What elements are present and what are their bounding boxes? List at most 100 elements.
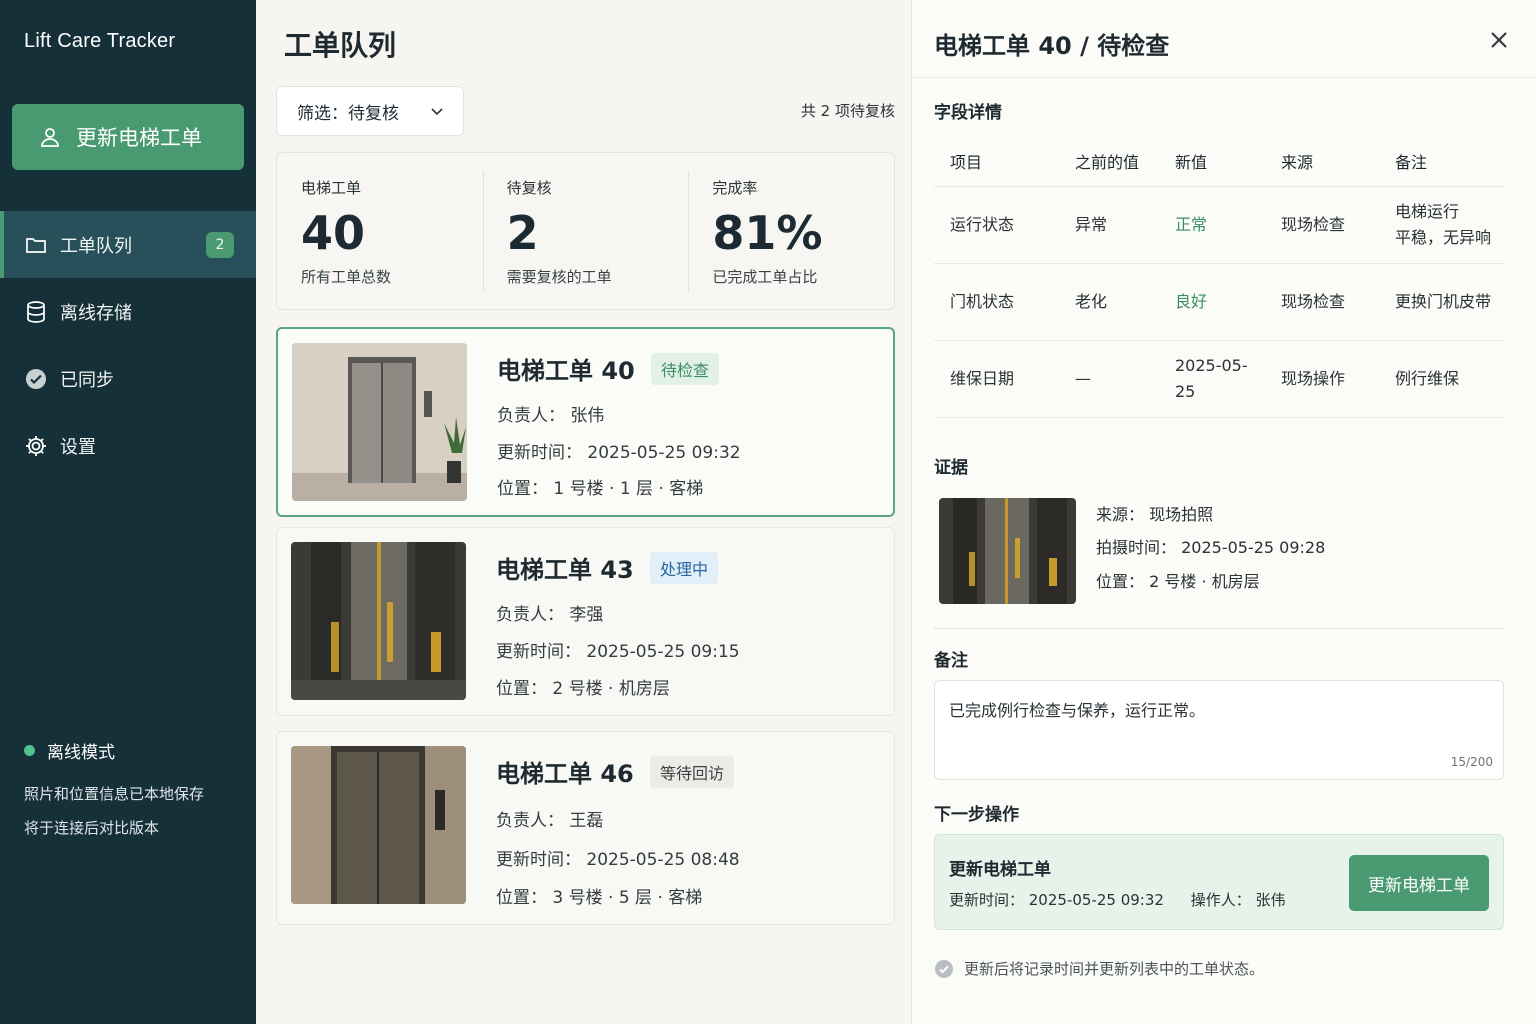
stat-value: 40 (301, 206, 366, 260)
stat-sub: 已完成工单占比 (712, 268, 818, 286)
field-item: 运行状态 (934, 186, 1059, 264)
check-circle-icon (935, 959, 953, 978)
section-divider (934, 628, 1504, 629)
column-header: 来源 (1265, 136, 1379, 187)
status-badge: 待检查 (651, 353, 720, 385)
update-ticket-submit-button[interactable]: 更新电梯工单 (1349, 855, 1489, 911)
sidebar-nav: 工单队列 2 离线存储 已同步 设置 (0, 211, 256, 479)
sidebar-item-label: 已同步 (60, 369, 114, 391)
ticket-location: 位置： 3 号楼 · 5 层 · 客梯 (496, 888, 703, 908)
evidence-location: 位置： 2 号楼 · 机房层 (1096, 572, 1260, 591)
stat-value: 81% (712, 206, 823, 260)
stats-summary: 电梯工单 40 所有工单总数 待复核 2 需要复核的工单 完成率 81% 已完成… (276, 152, 895, 310)
page-title: 工单队列 (284, 29, 397, 62)
evidence-source: 来源： 现场拍照 (1096, 505, 1214, 524)
online-status-dot (24, 745, 35, 756)
stat-value: 2 (506, 206, 539, 260)
close-icon[interactable] (1487, 28, 1511, 52)
stat-pending: 待复核 2 需要复核的工单 (482, 153, 689, 309)
fields-table: 项目 之前的值 新值 来源 备注 运行状态 异常 正常 现场检查 电梯运行 平稳… (934, 136, 1504, 418)
table-row: 维保日期 — 2025-05-25 现场操作 例行维保 (934, 340, 1504, 418)
field-after: 良好 (1159, 263, 1265, 341)
column-header: 之前的值 (1059, 136, 1159, 187)
sidebar-item-queue[interactable]: 工单队列 2 (0, 211, 256, 278)
note-char-count: 15/200 (1450, 755, 1493, 769)
filter-label: 筛选：待复核 (297, 103, 399, 124)
field-before: — (1059, 340, 1159, 418)
stat-label: 电梯工单 (301, 179, 362, 197)
filter-dropdown[interactable]: 筛选：待复核 (276, 86, 464, 136)
ticket-owner: 负责人： 王磊 (496, 811, 604, 831)
sidebar: Lift Care Tracker 更新电梯工单 工单队列 2 离线存储 已同步… (0, 0, 256, 1024)
ticket-title: 电梯工单 46 (496, 760, 634, 788)
elevator-photo (292, 343, 467, 501)
field-note: 电梯运行 平稳，无异响 (1379, 186, 1504, 264)
ticket-updated: 更新时间： 2025-05-25 08:48 (496, 850, 740, 870)
note-text: 已完成例行检查与保养，运行正常。 (949, 701, 1206, 720)
sidebar-item-offline-storage[interactable]: 离线存储 (0, 278, 256, 345)
stat-label: 待复核 (506, 179, 552, 197)
stat-label: 完成率 (712, 179, 758, 197)
ticket-card-40[interactable]: 电梯工单 40 待检查 负责人： 张伟 更新时间： 2025-05-25 09:… (276, 327, 895, 517)
chevron-down-icon (431, 108, 443, 116)
ticket-owner: 负责人： 张伟 (497, 406, 605, 426)
offline-note-line: 照片和位置信息已本地保存 (24, 785, 205, 803)
field-source: 现场检查 (1265, 263, 1379, 341)
note-textarea[interactable]: 已完成例行检查与保养，运行正常。 15/200 (934, 680, 1504, 780)
next-step-time: 更新时间： 2025-05-25 09:32 (949, 891, 1164, 909)
table-row: 运行状态 异常 正常 现场检查 电梯运行 平稳，无异响 (934, 186, 1504, 264)
next-step-meta: 更新时间： 2025-05-25 09:32 操作人： 张伟 (949, 889, 1286, 910)
status-badge: 等待回访 (650, 756, 735, 788)
sidebar-item-label: 工单队列 (60, 235, 132, 257)
queue-count-badge: 2 (206, 231, 234, 258)
update-ticket-label: 更新电梯工单 (76, 126, 202, 150)
field-source: 现场检查 (1265, 186, 1379, 264)
ticket-owner: 负责人： 李强 (496, 605, 604, 625)
sidebar-item-settings[interactable]: 设置 (0, 412, 256, 479)
folder-icon (26, 237, 46, 253)
field-item: 维保日期 (934, 340, 1059, 418)
notes-section-title: 备注 (934, 651, 968, 671)
evidence-time: 拍摄时间： 2025-05-25 09:28 (1096, 538, 1326, 557)
fields-section-title: 字段详情 (934, 103, 1002, 123)
update-ticket-button[interactable]: 更新电梯工单 (12, 104, 244, 170)
panel-title: 电梯工单 40 / 待检查 (934, 32, 1170, 60)
stat-total: 电梯工单 40 所有工单总数 (277, 153, 483, 309)
offline-note-line: 将于连接后对比版本 (24, 819, 160, 837)
stat-sub: 需要复核的工单 (506, 268, 612, 286)
check-circle-icon (26, 368, 46, 389)
field-after: 2025-05-25 (1159, 340, 1265, 418)
ticket-location: 位置： 2 号楼 · 机房层 (496, 679, 670, 699)
evidence-section-title: 证据 (934, 458, 968, 478)
next-step-title: 更新电梯工单 (949, 860, 1051, 880)
next-step-section-title: 下一步操作 (934, 805, 1019, 825)
field-note: 更换门机皮带 (1379, 263, 1504, 341)
stat-sub: 所有工单总数 (301, 268, 392, 286)
pending-count-text: 共 2 项待复核 (800, 102, 895, 120)
field-source: 现场操作 (1265, 340, 1379, 418)
database-icon (27, 300, 45, 323)
update-hint: 更新后将记录时间并更新列表中的工单状态。 (934, 958, 1264, 979)
status-badge: 处理中 (650, 552, 719, 584)
evidence-photo[interactable] (939, 498, 1076, 604)
next-step-operator: 操作人： 张伟 (1190, 891, 1286, 909)
field-before: 异常 (1059, 186, 1159, 264)
ticket-card-46[interactable]: 电梯工单 46 等待回访 负责人： 王磊 更新时间： 2025-05-25 08… (276, 731, 895, 925)
stat-completion: 完成率 81% 已完成工单占比 (688, 153, 894, 309)
update-hint-text: 更新后将记录时间并更新列表中的工单状态。 (964, 960, 1265, 978)
next-step-card: 更新电梯工单 更新时间： 2025-05-25 09:32 操作人： 张伟 更新… (934, 834, 1504, 930)
ticket-location: 位置： 1 号楼 · 1 层 · 客梯 (497, 479, 704, 499)
sidebar-item-synced[interactable]: 已同步 (0, 345, 256, 412)
machine-room-photo (291, 542, 466, 700)
ticket-card-43[interactable]: 电梯工单 43 处理中 负责人： 李强 更新时间： 2025-05-25 09:… (276, 527, 895, 716)
sidebar-item-label: 设置 (60, 436, 96, 458)
detail-panel: 电梯工单 40 / 待检查 字段详情 项目 之前的值 新值 来源 备注 运行状态… (911, 0, 1536, 1024)
ticket-updated: 更新时间： 2025-05-25 09:15 (496, 642, 740, 662)
app-brand: Lift Care Tracker (24, 30, 176, 52)
field-item: 门机状态 (934, 263, 1059, 341)
user-icon (41, 128, 59, 147)
field-note: 例行维保 (1379, 340, 1504, 418)
table-header-row: 项目 之前的值 新值 来源 备注 (934, 136, 1504, 187)
gear-icon (26, 435, 46, 456)
ticket-title: 电梯工单 43 (496, 556, 634, 584)
